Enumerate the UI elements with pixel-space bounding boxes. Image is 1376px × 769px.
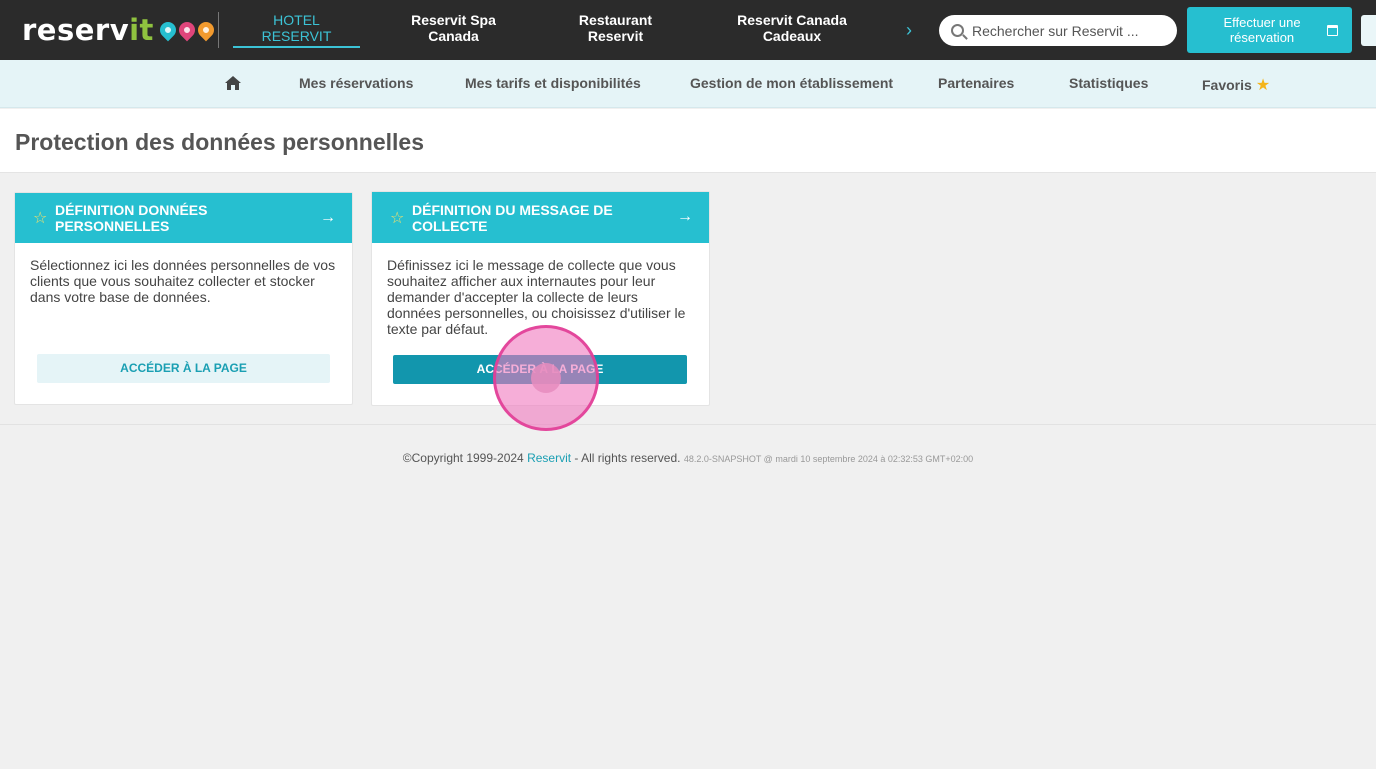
- logo-text: reserv: [22, 13, 130, 47]
- page-title: Protection des données personnelles: [15, 129, 424, 155]
- bed-pin-icon: [156, 18, 180, 42]
- subnav-favoris[interactable]: Favoris ★: [1202, 75, 1270, 95]
- topnav-label-line1: Restaurant: [578, 12, 653, 28]
- card-title: DÉFINITION DU MESSAGE DE COLLECTE: [412, 201, 613, 234]
- make-reservation-label-line1: Effectuer une: [1223, 15, 1301, 30]
- topnav-label-line2: Canada: [428, 28, 479, 44]
- subnav-gestion-etablissement[interactable]: Gestion de mon établissement: [690, 75, 893, 91]
- restaurant-pin-icon: [194, 18, 218, 42]
- subnav-partenaires[interactable]: Partenaires: [938, 75, 1014, 91]
- topnav-label-line2: Reservit: [587, 28, 644, 44]
- card-header[interactable]: ☆ DÉFINITION DU MESSAGE DE COLLECTE →: [372, 192, 709, 243]
- topnav-label-line1: Reservit Canada: [737, 12, 847, 28]
- card-header[interactable]: ☆ DÉFINITION DONNÉES PERSONNELLES →: [15, 193, 352, 243]
- footer-reservit-link[interactable]: Reservit: [527, 451, 571, 465]
- search-input[interactable]: [972, 22, 1162, 39]
- search-icon: [951, 24, 964, 37]
- footer-divider: [0, 424, 1376, 425]
- subnav-tarifs-disponibilites[interactable]: Mes tarifs et disponibilités: [465, 75, 641, 91]
- favorite-star-icon[interactable]: ☆: [390, 208, 412, 228]
- topnav-reservit-canada-cadeaux[interactable]: Reservit Canada Cadeaux: [722, 12, 862, 48]
- chevron-right-icon[interactable]: ›: [906, 20, 912, 41]
- calendar-icon: [1327, 25, 1338, 36]
- subnav-mes-reservations[interactable]: Mes réservations: [299, 75, 413, 91]
- topnav-label-line1: Reservit Spa: [411, 12, 496, 28]
- topnav-label-line1: HOTEL: [273, 12, 320, 28]
- logo-divider: [218, 12, 219, 48]
- search-box[interactable]: [939, 15, 1177, 46]
- subnav-statistiques[interactable]: Statistiques: [1069, 75, 1148, 91]
- subnav-favoris-label: Favoris: [1202, 77, 1252, 93]
- page-header: Protection des données personnelles: [0, 109, 1376, 173]
- click-indicator-center: [531, 363, 561, 393]
- footer-version: 48.2.0-SNAPSHOT @ mardi 10 septembre 202…: [683, 454, 974, 464]
- home-icon[interactable]: [225, 76, 241, 90]
- arrow-right-icon[interactable]: →: [320, 209, 336, 227]
- footer-rights: - All rights reserved.: [574, 451, 681, 465]
- star-icon: ★: [1255, 77, 1271, 94]
- make-reservation-button[interactable]: Effectuer une réservation: [1187, 7, 1352, 53]
- logo-text-accent: it: [129, 13, 154, 47]
- secondary-nav: Mes réservations Mes tarifs et disponibi…: [0, 60, 1376, 108]
- reservit-logo[interactable]: reservit: [22, 12, 218, 48]
- topnav-restaurant-reservit[interactable]: Restaurant Reservit: [552, 12, 679, 48]
- card-title: DÉFINITION DONNÉES PERSONNELLES: [55, 202, 208, 234]
- user-menu-button[interactable]: [1361, 15, 1376, 46]
- logo-pins: [156, 18, 218, 42]
- card-description: Définissez ici le message de collecte qu…: [387, 257, 686, 337]
- arrow-right-icon[interactable]: →: [677, 208, 693, 226]
- access-page-button[interactable]: ACCÉDER À LA PAGE: [37, 354, 330, 383]
- footer: ©Copyright 1999-2024 Reservit - All righ…: [0, 451, 1376, 465]
- topnav-hotel-reservit[interactable]: HOTEL RESERVIT: [233, 12, 360, 48]
- make-reservation-label-line2: réservation: [1229, 30, 1295, 45]
- topnav-label-line2: Cadeaux: [762, 28, 822, 44]
- card-description: Sélectionnez ici les données personnelle…: [30, 257, 336, 305]
- make-reservation-label: Effectuer une réservation: [1207, 15, 1317, 45]
- topnav-reservit-spa-canada[interactable]: Reservit Spa Canada: [390, 12, 517, 48]
- top-bar: reservit HOTEL RESERVIT Reservit Spa Can…: [0, 0, 1376, 60]
- topnav-label-line2: RESERVIT: [261, 28, 332, 44]
- spa-pin-icon: [175, 18, 199, 42]
- card-definition-donnees: ☆ DÉFINITION DONNÉES PERSONNELLES → Séle…: [14, 192, 353, 405]
- footer-copyright: ©Copyright 1999-2024: [402, 451, 524, 465]
- favorite-star-icon[interactable]: ☆: [33, 208, 55, 228]
